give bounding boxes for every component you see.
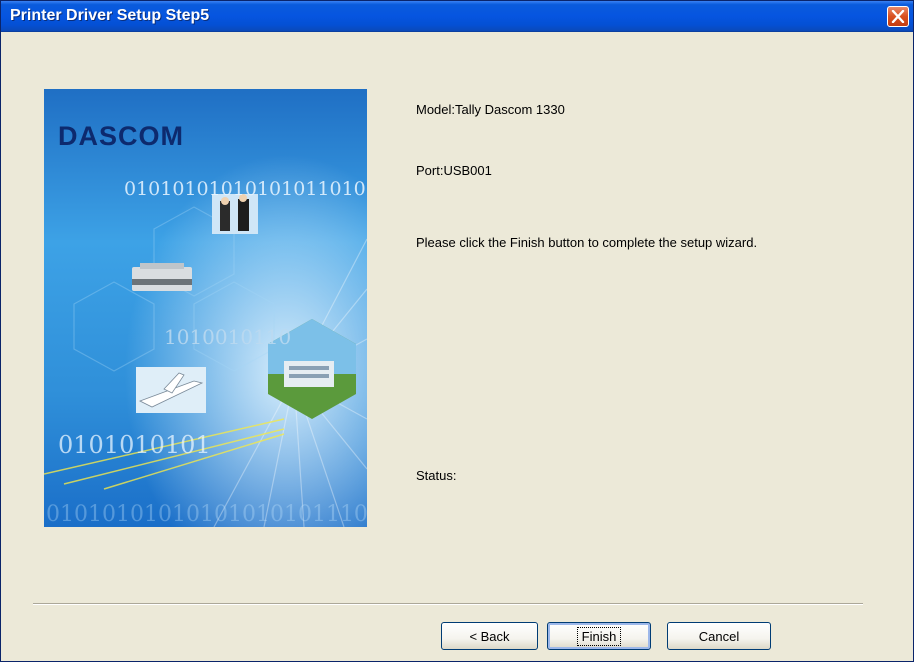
binary-text-left: 0101010101 bbox=[58, 431, 211, 459]
cancel-button[interactable]: Cancel bbox=[667, 622, 771, 650]
binary-text-middle: 1010010110 bbox=[164, 325, 291, 349]
cancel-button-label: Cancel bbox=[698, 628, 740, 644]
finish-button[interactable]: Finish bbox=[547, 622, 651, 650]
dascom-banner-image: DASCOM 0101010101010101101011101 1010010… bbox=[44, 89, 367, 527]
close-icon bbox=[891, 10, 905, 23]
setup-dialog: Printer Driver Setup Step5 DASCOM 010101… bbox=[0, 0, 914, 662]
button-separator bbox=[33, 603, 863, 605]
model-label: Model:Tally Dascom 1330 bbox=[416, 102, 565, 117]
instruction-text: Please click the Finish button to comple… bbox=[416, 235, 758, 250]
back-button-label: < Back bbox=[469, 628, 510, 644]
dialog-content: DASCOM 0101010101010101101011101 1010010… bbox=[1, 32, 913, 661]
close-button[interactable] bbox=[887, 6, 909, 27]
window-title: Printer Driver Setup Step5 bbox=[10, 7, 210, 24]
status-label: Status: bbox=[416, 468, 457, 483]
finish-button-label: Finish bbox=[576, 626, 622, 646]
title-bar[interactable]: Printer Driver Setup Step5 bbox=[1, 1, 913, 32]
dascom-logo: DASCOM bbox=[58, 121, 184, 151]
banner-artwork: DASCOM 0101010101010101101011101 1010010… bbox=[44, 89, 367, 527]
binary-text-bottom: 0101010101010101010111010101010 bbox=[46, 502, 367, 527]
back-button[interactable]: < Back bbox=[441, 622, 538, 650]
port-label: Port:USB001 bbox=[416, 163, 492, 178]
binary-text-top: 0101010101010101101011101 bbox=[124, 178, 367, 200]
